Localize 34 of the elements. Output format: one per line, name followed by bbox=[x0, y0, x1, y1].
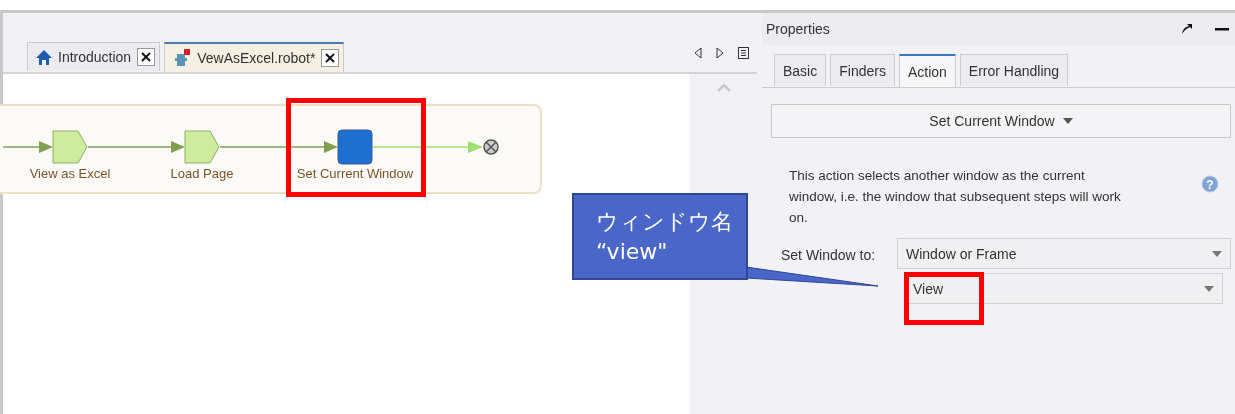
editor-tab[interactable]: VewAsExcel.robot* bbox=[164, 42, 345, 72]
close-icon[interactable] bbox=[321, 49, 340, 67]
tab-label: Introduction bbox=[58, 49, 132, 65]
properties-tab[interactable]: Finders bbox=[830, 54, 895, 86]
properties-tab[interactable]: Basic bbox=[774, 54, 827, 86]
robot-icon bbox=[173, 49, 192, 67]
minimize-icon[interactable] bbox=[1215, 27, 1229, 31]
editor-tab[interactable]: Introduction bbox=[27, 42, 161, 71]
panel-title: Properties bbox=[766, 21, 830, 37]
next-icon[interactable] bbox=[716, 47, 724, 59]
step-node[interactable] bbox=[184, 130, 220, 164]
list-icon[interactable] bbox=[738, 47, 749, 59]
callout-note: ウィンドウ名 “view" bbox=[572, 193, 748, 280]
properties-tab[interactable]: Action bbox=[898, 54, 956, 87]
step-label: Set Current Window bbox=[296, 166, 414, 181]
close-icon[interactable] bbox=[137, 48, 156, 66]
home-icon bbox=[36, 49, 52, 65]
caret-icon bbox=[1212, 250, 1222, 257]
step-label: Load Page bbox=[170, 166, 234, 181]
flow-connector bbox=[3, 141, 53, 153]
action-dropdown[interactable]: Set Current Window bbox=[771, 104, 1231, 138]
caret-icon bbox=[1204, 285, 1214, 292]
step-label: View as Excel bbox=[29, 166, 111, 181]
step-node[interactable] bbox=[52, 130, 88, 164]
field-label: Set Window to: bbox=[781, 247, 877, 263]
previous-icon[interactable] bbox=[694, 47, 702, 59]
window-dropdown[interactable]: Window or Frame bbox=[897, 238, 1231, 269]
properties-tab[interactable]: Error Handling bbox=[959, 54, 1069, 86]
end-node-icon bbox=[483, 139, 499, 155]
tab-label: VewAsExcel.robot* bbox=[197, 50, 316, 66]
caret-icon bbox=[1062, 118, 1073, 124]
step-node[interactable] bbox=[337, 129, 373, 165]
maximize-icon[interactable] bbox=[1181, 23, 1193, 35]
action-description: This action selects another window as the current window, i.e. the window that subsequent steps will work on. bbox=[789, 167, 1122, 227]
